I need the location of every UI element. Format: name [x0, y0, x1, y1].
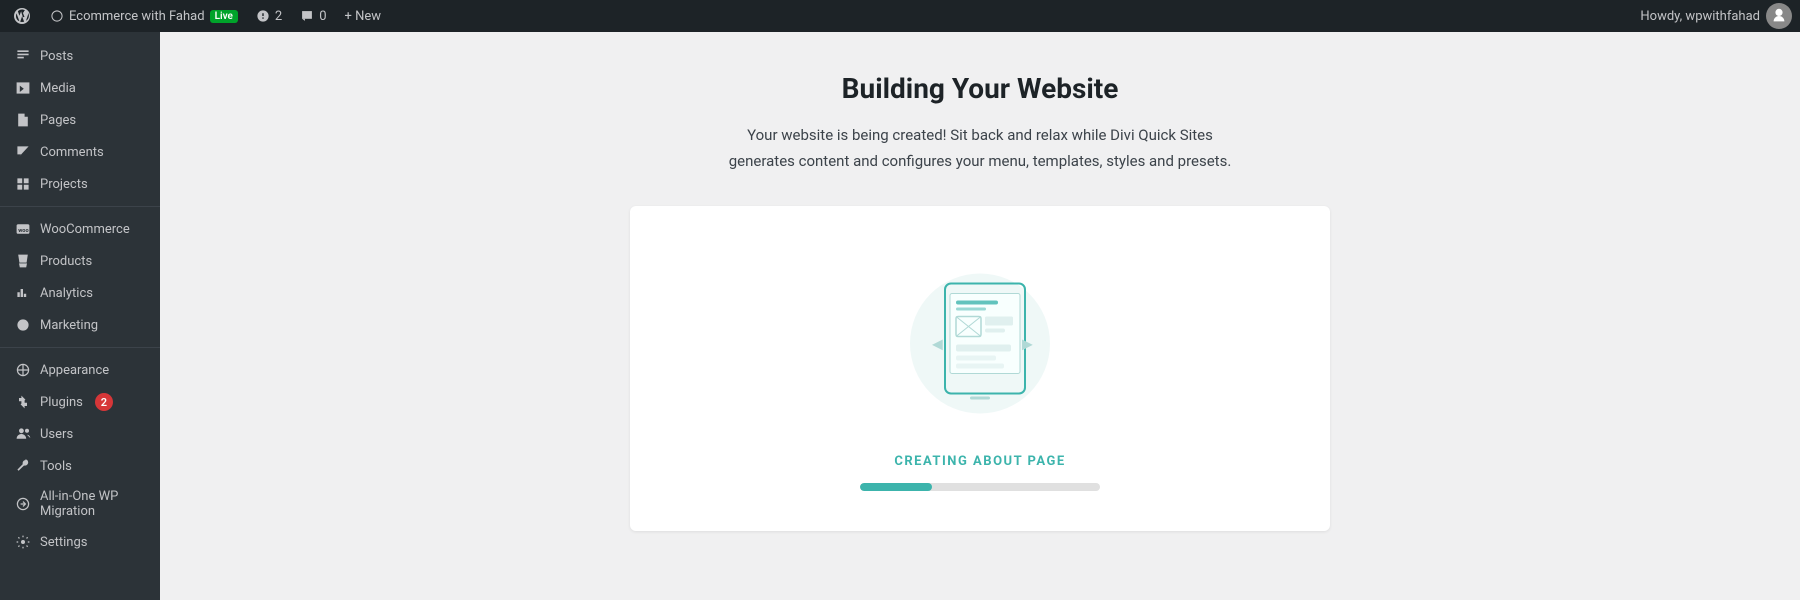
woo-icon: woo [14, 220, 32, 238]
sidebar-label-projects: Projects [40, 177, 88, 192]
creating-label: CREATING ABOUT PAGE [894, 454, 1065, 469]
comments-count: 0 [319, 9, 326, 24]
building-card: ◀ ▶ CREATING ABOUT PAGE [630, 206, 1330, 531]
sidebar-label-users: Users [40, 427, 73, 442]
sidebar-label-tools: Tools [40, 459, 72, 474]
settings-icon [14, 533, 32, 551]
sidebar-item-media[interactable]: Media [0, 72, 160, 104]
sidebar-label-plugins: Plugins [40, 395, 83, 410]
products-icon [14, 252, 32, 270]
sidebar-item-users[interactable]: Users [0, 418, 160, 450]
analytics-icon [14, 284, 32, 302]
sidebar-item-appearance[interactable]: Appearance [0, 354, 160, 386]
sidebar-separator-2 [0, 347, 160, 348]
media-icon [14, 79, 32, 97]
layout: Posts Media Pages Comments Projects [0, 32, 1800, 600]
sidebar-item-allinone[interactable]: All-in-One WP Migration [0, 482, 160, 526]
progress-bar-fill [860, 483, 932, 491]
wp-logo-button[interactable] [8, 0, 36, 32]
howdy-text: Howdy, wpwithfahad [1640, 9, 1760, 24]
sidebar-label-woocommerce: WooCommerce [40, 222, 130, 237]
plugins-icon [14, 393, 32, 411]
posts-icon [14, 47, 32, 65]
sidebar-item-tools[interactable]: Tools [0, 450, 160, 482]
live-badge: Live [210, 10, 238, 23]
sidebar-label-products: Products [40, 254, 92, 269]
top-bar-right: Howdy, wpwithfahad [1640, 3, 1792, 29]
top-bar: Ecommerce with Fahad Live 2 0 + New Howd… [0, 0, 1800, 32]
page-subtitle: Your website is being created! Sit back … [720, 123, 1240, 174]
sidebar-item-plugins[interactable]: Plugins 2 [0, 386, 160, 418]
sidebar-label-media: Media [40, 81, 76, 96]
sidebar-item-posts[interactable]: Posts [0, 40, 160, 72]
migration-icon [14, 495, 32, 513]
updates-button[interactable]: 2 [252, 0, 286, 32]
new-label: + New [345, 9, 382, 24]
site-name-button[interactable]: Ecommerce with Fahad Live [46, 0, 242, 32]
new-button[interactable]: + New [341, 0, 386, 32]
comments-button[interactable]: 0 [296, 0, 330, 32]
updates-count: 2 [275, 9, 282, 24]
plugins-badge: 2 [95, 393, 113, 411]
sidebar-label-appearance: Appearance [40, 363, 109, 378]
users-icon [14, 425, 32, 443]
tools-icon [14, 457, 32, 475]
sidebar: Posts Media Pages Comments Projects [0, 32, 160, 600]
sidebar-item-marketing[interactable]: Marketing [0, 309, 160, 341]
sidebar-item-analytics[interactable]: Analytics [0, 277, 160, 309]
projects-icon [14, 175, 32, 193]
svg-text:◀: ◀ [932, 337, 943, 353]
sidebar-label-comments: Comments [40, 145, 104, 160]
sidebar-label-settings: Settings [40, 535, 87, 550]
sidebar-label-allinone: All-in-One WP Migration [40, 489, 150, 519]
page-title: Building Your Website [842, 72, 1119, 105]
marketing-icon [14, 316, 32, 334]
sidebar-item-pages[interactable]: Pages [0, 104, 160, 136]
top-bar-left: Ecommerce with Fahad Live 2 0 + New [8, 0, 1628, 32]
sidebar-item-settings[interactable]: Settings [0, 526, 160, 558]
svg-text:woo: woo [18, 228, 28, 234]
sidebar-label-analytics: Analytics [40, 286, 93, 301]
main-content: Building Your Website Your website is be… [160, 32, 1800, 600]
comments-icon [14, 143, 32, 161]
sidebar-label-pages: Pages [40, 113, 76, 128]
sidebar-item-comments[interactable]: Comments [0, 136, 160, 168]
pages-icon [14, 111, 32, 129]
progress-bar [860, 483, 1100, 491]
appearance-icon [14, 361, 32, 379]
website-illustration: ◀ ▶ [880, 246, 1080, 426]
content-center: Building Your Website Your website is be… [630, 72, 1330, 531]
sidebar-item-products[interactable]: Products [0, 245, 160, 277]
svg-text:▶: ▶ [1022, 337, 1033, 353]
sidebar-label-marketing: Marketing [40, 318, 98, 333]
site-name: Ecommerce with Fahad [69, 9, 205, 24]
sidebar-separator-1 [0, 206, 160, 207]
sidebar-item-woocommerce[interactable]: woo WooCommerce [0, 213, 160, 245]
sidebar-item-projects[interactable]: Projects [0, 168, 160, 200]
user-avatar[interactable] [1766, 3, 1792, 29]
sidebar-label-posts: Posts [40, 49, 73, 64]
